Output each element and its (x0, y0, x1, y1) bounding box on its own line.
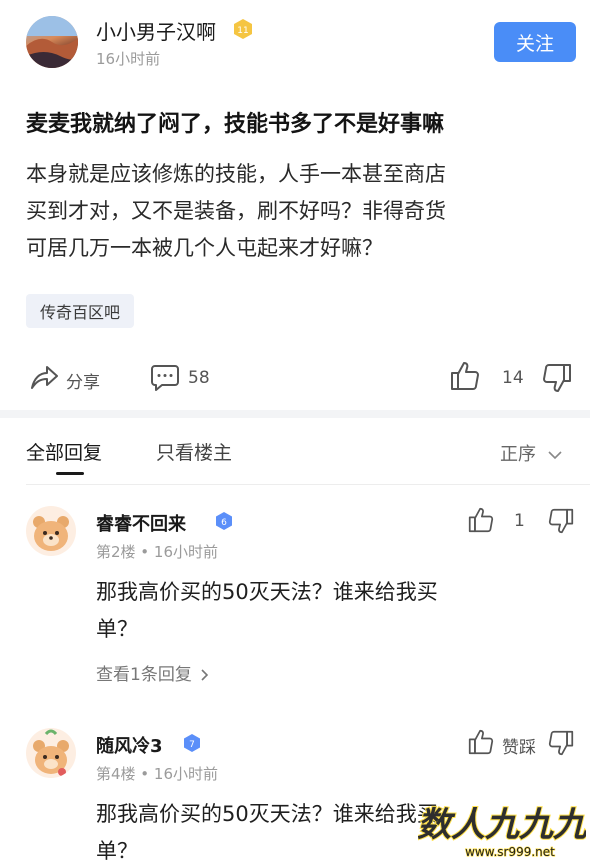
chevron-down-icon (548, 450, 562, 460)
thumbs-up-icon[interactable] (468, 506, 494, 534)
reply-text-line: 那我高价买的50灭天法？谁来给我买 (96, 580, 438, 604)
author-avatar[interactable] (26, 16, 78, 68)
reply-text: 那我高价买的50灭天法？谁来给我买 单？ (96, 574, 576, 648)
author-name[interactable]: 小小男子汉啊 (96, 16, 216, 45)
level-badge-icon: 11 (232, 18, 254, 40)
watermark-logo: 数人九九九 www.sr999.net (416, 798, 589, 860)
thumbs-down-icon[interactable] (542, 362, 572, 394)
reply-like-count: 1 (514, 511, 525, 531)
reply-author-name[interactable]: 随风冷3 (96, 732, 163, 758)
view-replies-label: 查看1条回复 (96, 665, 192, 685)
reply-author-name[interactable]: 睿睿不回来 (96, 510, 186, 536)
reply-meta: 第4楼 • 16小时前 (96, 765, 219, 783)
share-label[interactable]: 分享 (66, 368, 100, 393)
reply-like-label: 赞踩 (502, 738, 536, 758)
tabs-divider (26, 484, 590, 485)
sort-dropdown[interactable]: 正序 (500, 440, 562, 466)
reply-avatar[interactable] (26, 728, 76, 778)
post-body-line: 本身就是应该修炼的技能，人手一本甚至商店 (26, 162, 446, 186)
watermark-main: 数人九九九 (418, 805, 586, 845)
tab-active-indicator (56, 472, 84, 475)
chevron-right-icon (201, 669, 209, 681)
post-body: 本身就是应该修炼的技能，人手一本甚至商店 买到才对，又不是装备，刷不好吗？非得奇… (26, 156, 566, 267)
like-count: 14 (502, 368, 524, 388)
reply-text-line: 单？ (96, 617, 138, 641)
view-replies-link[interactable]: 查看1条回复 (96, 660, 209, 685)
comment-count[interactable]: 58 (188, 368, 210, 388)
tab-op-only[interactable]: 只看楼主 (156, 438, 232, 465)
post-title: 麦麦我就纳了闷了，技能书多了不是好事嘛 (26, 112, 445, 137)
thumbs-up-icon[interactable] (450, 360, 480, 392)
sort-label: 正序 (500, 444, 536, 465)
level-badge-icon: 6 (214, 511, 234, 535)
post-body-line: 可居几万一本被几个人屯起来才好嘛？ (26, 236, 383, 260)
reply-level: 6 (221, 518, 227, 528)
forum-tag[interactable]: 传奇百区吧 (26, 294, 135, 328)
author-level: 11 (237, 26, 248, 36)
section-divider (0, 410, 590, 418)
comment-icon[interactable] (150, 362, 180, 392)
post-time: 16小时前 (96, 50, 161, 68)
thumbs-down-icon[interactable] (548, 507, 574, 535)
post-body-line: 买到才对，又不是装备，刷不好吗？非得奇货 (26, 199, 446, 223)
reply-meta: 第2楼 • 16小时前 (96, 543, 219, 561)
level-badge-icon: 7 (182, 733, 202, 757)
thumbs-down-icon[interactable] (548, 729, 574, 757)
reply-level: 7 (189, 740, 195, 750)
tab-all-replies[interactable]: 全部回复 (26, 438, 102, 465)
thumbs-up-icon[interactable] (468, 728, 494, 756)
reply-avatar[interactable] (26, 506, 76, 556)
watermark-url: www.sr999.net (465, 845, 555, 859)
follow-button[interactable]: 关注 (494, 22, 576, 62)
share-icon[interactable] (28, 362, 60, 392)
